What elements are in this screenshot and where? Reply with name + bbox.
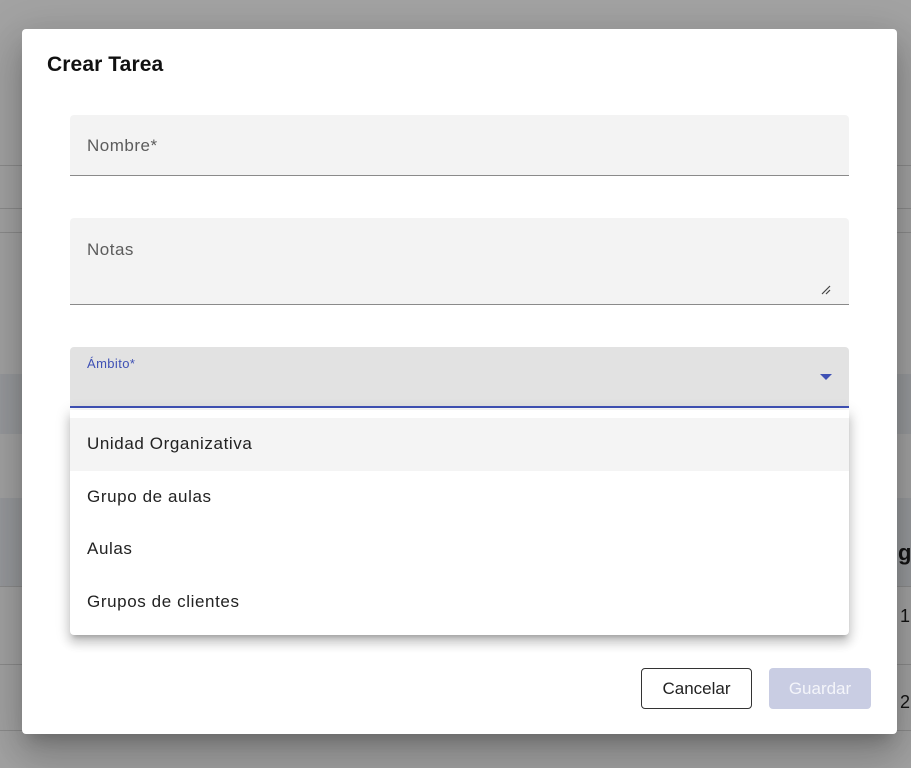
dropdown-arrow-icon[interactable]	[820, 374, 832, 380]
name-field[interactable]: Nombre*	[70, 115, 849, 176]
scope-dropdown-panel: Unidad Organizativa Grupo de aulas Aulas…	[70, 410, 849, 635]
option-grupo-de-aulas[interactable]: Grupo de aulas	[70, 471, 849, 524]
option-grupos-de-clientes[interactable]: Grupos de clientes	[70, 576, 849, 629]
create-task-dialog: Crear Tarea Nombre* Notas Ámbito* Unidad…	[22, 29, 897, 734]
dialog-title: Crear Tarea	[47, 53, 164, 76]
resize-handle-icon[interactable]	[821, 285, 831, 295]
name-field-label: Nombre*	[87, 136, 158, 155]
scope-field-label: Ámbito*	[87, 356, 136, 371]
scope-select[interactable]: Ámbito*	[70, 347, 849, 408]
notes-field-label: Notas	[87, 240, 134, 259]
option-unidad-organizativa[interactable]: Unidad Organizativa	[70, 418, 849, 471]
cancel-button[interactable]: Cancelar	[641, 668, 752, 709]
notes-textarea[interactable]: Notas	[70, 218, 849, 305]
save-button[interactable]: Guardar	[769, 668, 871, 709]
option-aulas[interactable]: Aulas	[70, 523, 849, 576]
